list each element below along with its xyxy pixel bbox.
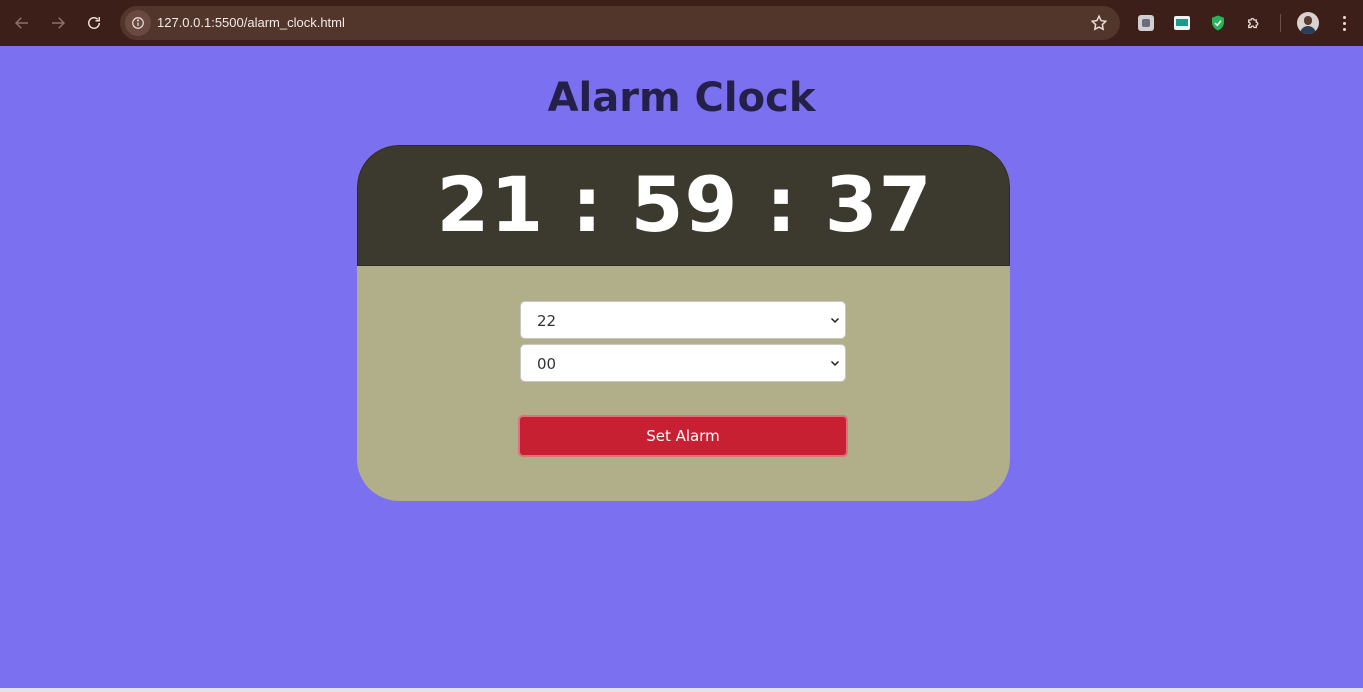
reload-button[interactable] <box>82 11 106 35</box>
extension-button[interactable] <box>1172 13 1192 33</box>
forward-button[interactable] <box>46 11 70 35</box>
chevron-down-icon <box>830 360 840 367</box>
page-title: Alarm Clock <box>547 75 816 121</box>
bottom-strip <box>0 688 1363 692</box>
bookmark-button[interactable] <box>1090 14 1108 32</box>
current-time: 21 : 59 : 37 <box>436 160 933 249</box>
info-icon <box>132 17 144 29</box>
kebab-menu-icon <box>1342 15 1346 19</box>
toolbar-divider <box>1280 14 1281 32</box>
address-bar[interactable]: 127.0.0.1:5500/alarm_clock.html <box>120 6 1120 40</box>
arrow-left-icon <box>14 17 28 29</box>
extensions-button[interactable] <box>1244 13 1264 33</box>
extension-button[interactable] <box>1136 13 1156 33</box>
minute-select[interactable]: 00 <box>520 344 846 382</box>
site-info-button[interactable] <box>125 10 151 36</box>
avatar[interactable] <box>1297 12 1319 34</box>
avatar-body <box>1300 26 1316 34</box>
browser-menu-button[interactable] <box>1334 13 1354 33</box>
reload-icon <box>88 17 100 29</box>
set-alarm-button[interactable]: Set Alarm <box>518 415 848 457</box>
hour-select-value: 22 <box>537 312 557 330</box>
avatar-head <box>1304 16 1312 25</box>
mail-icon <box>1174 16 1190 30</box>
arrow-right-icon <box>52 17 66 29</box>
clock-display: 21 : 59 : 37 <box>357 145 1010 266</box>
alarm-card: 21 : 59 : 37 22 00 Set Alarm <box>357 145 1010 501</box>
shield-icon <box>1212 15 1224 31</box>
extension-button[interactable] <box>1208 13 1228 33</box>
hour-select[interactable]: 22 <box>520 301 846 339</box>
browser-toolbar: 127.0.0.1:5500/alarm_clock.html <box>0 0 1363 46</box>
back-button[interactable] <box>10 11 34 35</box>
url-text[interactable]: 127.0.0.1:5500/alarm_clock.html <box>157 6 345 40</box>
minute-select-value: 00 <box>537 355 557 373</box>
puzzle-icon <box>1248 17 1259 29</box>
extension-icon <box>1138 15 1154 31</box>
chevron-down-icon <box>830 317 840 324</box>
star-icon <box>1090 14 1108 31</box>
